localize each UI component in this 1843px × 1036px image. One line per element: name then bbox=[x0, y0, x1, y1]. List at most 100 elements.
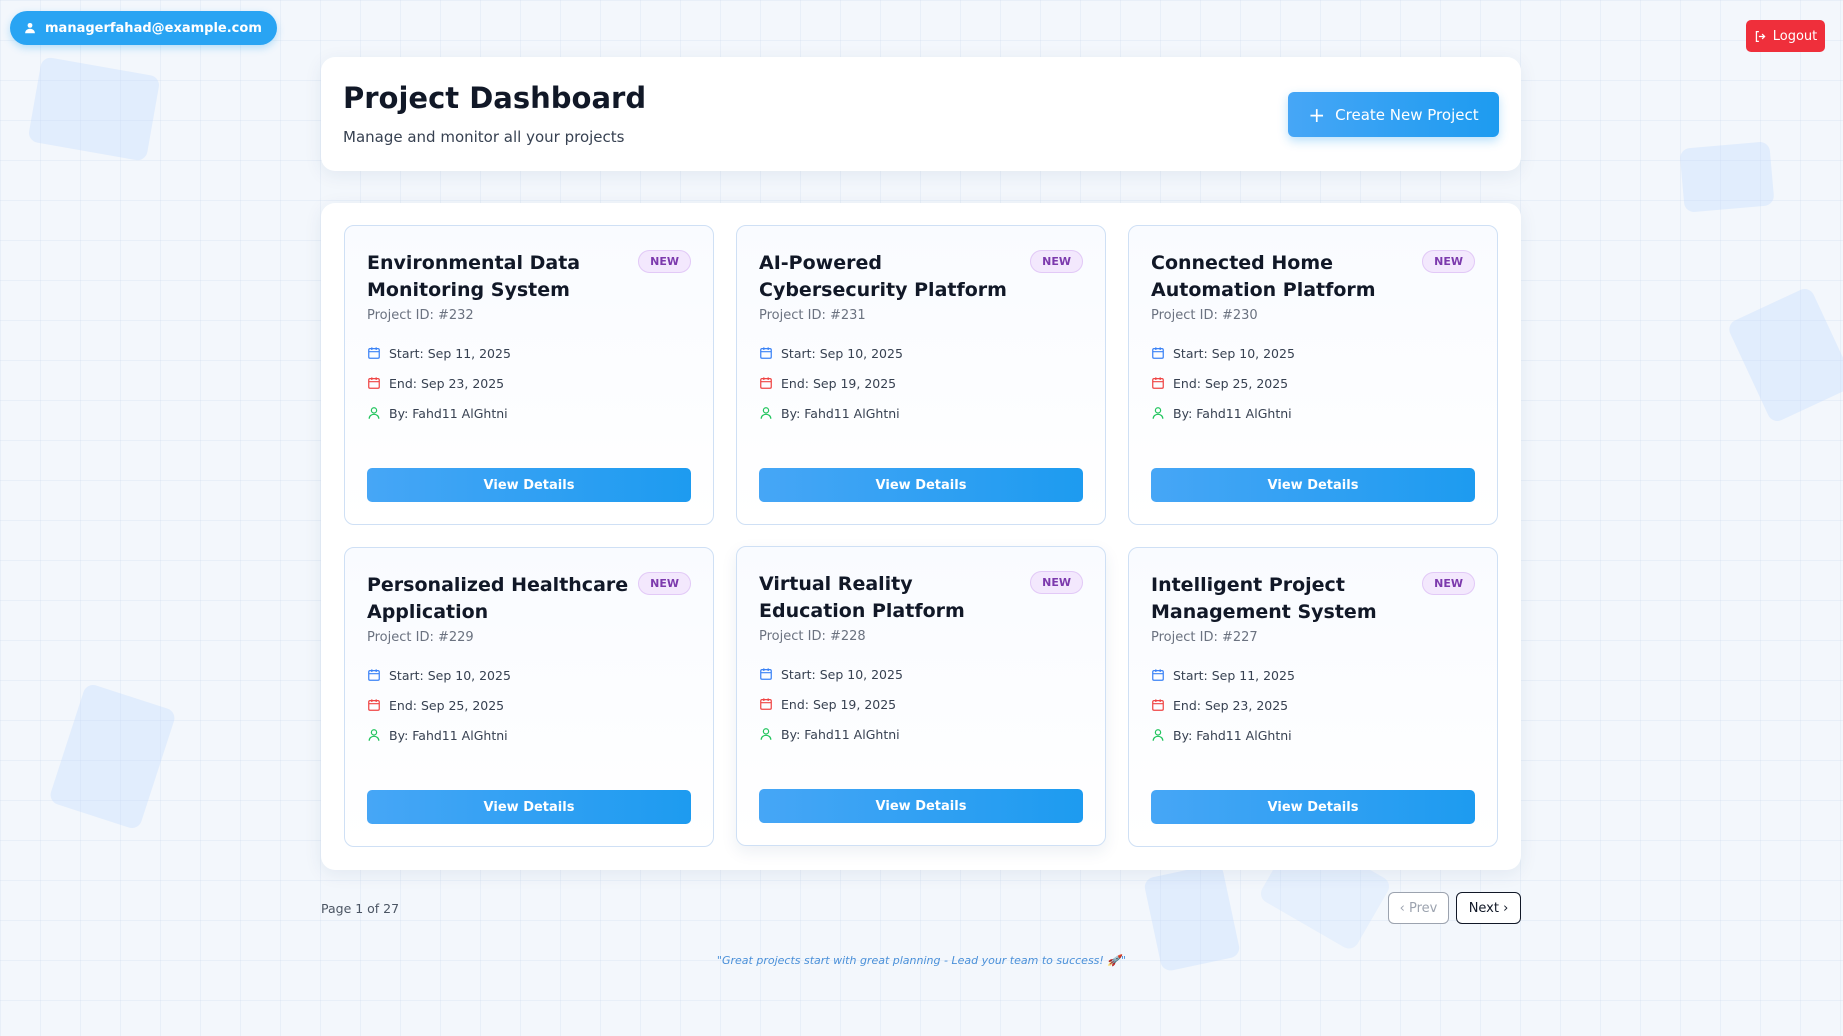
status-badge: NEW bbox=[1030, 571, 1083, 594]
creator-name: By: Fahd11 AlGhtni bbox=[1173, 727, 1292, 743]
background-decoration bbox=[1679, 141, 1775, 213]
end-date: End: Sep 25, 2025 bbox=[389, 697, 505, 713]
creator-row: By: Fahd11 AlGhtni bbox=[1151, 398, 1475, 428]
background-decoration bbox=[27, 56, 161, 162]
project-card[interactable]: AI-Powered Cybersecurity Platform NEW Pr… bbox=[736, 225, 1106, 525]
view-details-button[interactable]: View Details bbox=[367, 790, 691, 824]
start-date: Start: Sep 10, 2025 bbox=[389, 667, 511, 683]
calendar-icon bbox=[760, 698, 772, 710]
page-indicator: Page 1 of 27 bbox=[321, 901, 400, 916]
end-date-row: End: Sep 23, 2025 bbox=[1151, 690, 1475, 720]
end-date: End: Sep 23, 2025 bbox=[1173, 697, 1289, 713]
project-id: Project ID: #228 bbox=[759, 629, 866, 644]
user-icon bbox=[25, 22, 35, 34]
project-id: Project ID: #231 bbox=[759, 308, 866, 323]
prev-page-button[interactable]: ‹ Prev bbox=[1388, 892, 1449, 924]
calendar-icon bbox=[760, 377, 772, 389]
status-badge: NEW bbox=[638, 250, 691, 273]
project-id: Project ID: #229 bbox=[367, 630, 474, 645]
start-date: Start: Sep 10, 2025 bbox=[1173, 345, 1295, 361]
creator-row: By: Fahd11 AlGhtni bbox=[1151, 720, 1475, 750]
logout-icon bbox=[1755, 30, 1766, 42]
dashboard-header: Project Dashboard Manage and monitor all… bbox=[321, 57, 1521, 171]
user-icon bbox=[760, 407, 772, 419]
calendar-icon bbox=[368, 669, 380, 681]
calendar-icon bbox=[760, 668, 772, 680]
end-date-row: End: Sep 25, 2025 bbox=[367, 690, 691, 720]
user-icon bbox=[1152, 407, 1164, 419]
project-title: Connected Home Automation Platform bbox=[1151, 252, 1376, 301]
calendar-icon bbox=[368, 347, 380, 359]
project-title: Virtual Reality Education Platform bbox=[759, 573, 965, 622]
calendar-icon bbox=[368, 377, 380, 389]
end-date: End: Sep 25, 2025 bbox=[1173, 375, 1289, 391]
end-date-row: End: Sep 19, 2025 bbox=[759, 689, 1083, 719]
page-subtitle: Manage and monitor all your projects bbox=[343, 128, 625, 146]
creator-row: By: Fahd11 AlGhtni bbox=[759, 398, 1083, 428]
project-title: Personalized Healthcare Application bbox=[367, 574, 629, 623]
end-date: End: Sep 23, 2025 bbox=[389, 375, 505, 391]
calendar-icon bbox=[1152, 669, 1164, 681]
end-date-row: End: Sep 25, 2025 bbox=[1151, 368, 1475, 398]
status-badge: NEW bbox=[638, 572, 691, 595]
start-date-row: Start: Sep 10, 2025 bbox=[759, 338, 1083, 368]
view-details-button[interactable]: View Details bbox=[759, 789, 1083, 823]
create-project-label: Create New Project bbox=[1335, 105, 1479, 124]
plus-icon: + bbox=[1308, 102, 1326, 127]
start-date: Start: Sep 11, 2025 bbox=[1173, 667, 1295, 683]
status-badge: NEW bbox=[1422, 250, 1475, 273]
view-details-button[interactable]: View Details bbox=[1151, 468, 1475, 502]
project-grid: Environmental Data Monitoring System NEW… bbox=[344, 225, 1499, 847]
page-title: Project Dashboard bbox=[343, 81, 647, 115]
status-badge: NEW bbox=[1030, 250, 1083, 273]
creator-name: By: Fahd11 AlGhtni bbox=[781, 726, 900, 742]
creator-row: By: Fahd11 AlGhtni bbox=[367, 720, 691, 750]
status-badge: NEW bbox=[1422, 572, 1475, 595]
start-date-row: Start: Sep 10, 2025 bbox=[367, 660, 691, 690]
calendar-icon bbox=[1152, 699, 1164, 711]
view-details-button[interactable]: View Details bbox=[1151, 790, 1475, 824]
start-date: Start: Sep 10, 2025 bbox=[781, 666, 903, 682]
creator-name: By: Fahd11 AlGhtni bbox=[389, 727, 508, 743]
create-project-button[interactable]: + Create New Project bbox=[1288, 92, 1499, 137]
user-icon bbox=[1152, 729, 1164, 741]
project-card[interactable]: Virtual Reality Education Platform NEW P… bbox=[736, 546, 1106, 846]
view-details-button[interactable]: View Details bbox=[759, 468, 1083, 502]
start-date-row: Start: Sep 10, 2025 bbox=[1151, 338, 1475, 368]
user-icon bbox=[368, 729, 380, 741]
project-card[interactable]: Environmental Data Monitoring System NEW… bbox=[344, 225, 714, 525]
creator-name: By: Fahd11 AlGhtni bbox=[389, 405, 508, 421]
start-date: Start: Sep 10, 2025 bbox=[781, 345, 903, 361]
project-id: Project ID: #227 bbox=[1151, 630, 1258, 645]
background-decoration bbox=[1726, 285, 1843, 425]
projects-panel: Environmental Data Monitoring System NEW… bbox=[321, 203, 1521, 870]
logout-button[interactable]: Logout bbox=[1746, 20, 1825, 52]
user-icon bbox=[368, 407, 380, 419]
project-id: Project ID: #232 bbox=[367, 308, 474, 323]
calendar-icon bbox=[1152, 347, 1164, 359]
start-date-row: Start: Sep 11, 2025 bbox=[367, 338, 691, 368]
project-title: Intelligent Project Management System bbox=[1151, 574, 1377, 623]
project-id: Project ID: #230 bbox=[1151, 308, 1258, 323]
project-card[interactable]: Intelligent Project Management System NE… bbox=[1128, 547, 1498, 847]
footer-quote: "Great projects start with great plannin… bbox=[716, 954, 1127, 967]
user-email-pill[interactable]: managerfahad@example.com bbox=[10, 11, 277, 45]
calendar-icon bbox=[368, 699, 380, 711]
logout-label: Logout bbox=[1772, 28, 1818, 44]
view-details-button[interactable]: View Details bbox=[367, 468, 691, 502]
creator-row: By: Fahd11 AlGhtni bbox=[367, 398, 691, 428]
project-card[interactable]: Personalized Healthcare Application NEW … bbox=[344, 547, 714, 847]
creator-name: By: Fahd11 AlGhtni bbox=[1173, 405, 1292, 421]
project-title: AI-Powered Cybersecurity Platform bbox=[759, 252, 1007, 301]
end-date: End: Sep 19, 2025 bbox=[781, 375, 897, 391]
next-page-button[interactable]: Next › bbox=[1456, 892, 1521, 924]
background-decoration bbox=[48, 682, 177, 831]
project-title: Environmental Data Monitoring System bbox=[367, 252, 581, 301]
user-email: managerfahad@example.com bbox=[45, 20, 262, 36]
project-card[interactable]: Connected Home Automation Platform NEW P… bbox=[1128, 225, 1498, 525]
creator-row: By: Fahd11 AlGhtni bbox=[759, 719, 1083, 749]
end-date-row: End: Sep 23, 2025 bbox=[367, 368, 691, 398]
user-icon bbox=[760, 728, 772, 740]
calendar-icon bbox=[760, 347, 772, 359]
end-date: End: Sep 19, 2025 bbox=[781, 696, 897, 712]
